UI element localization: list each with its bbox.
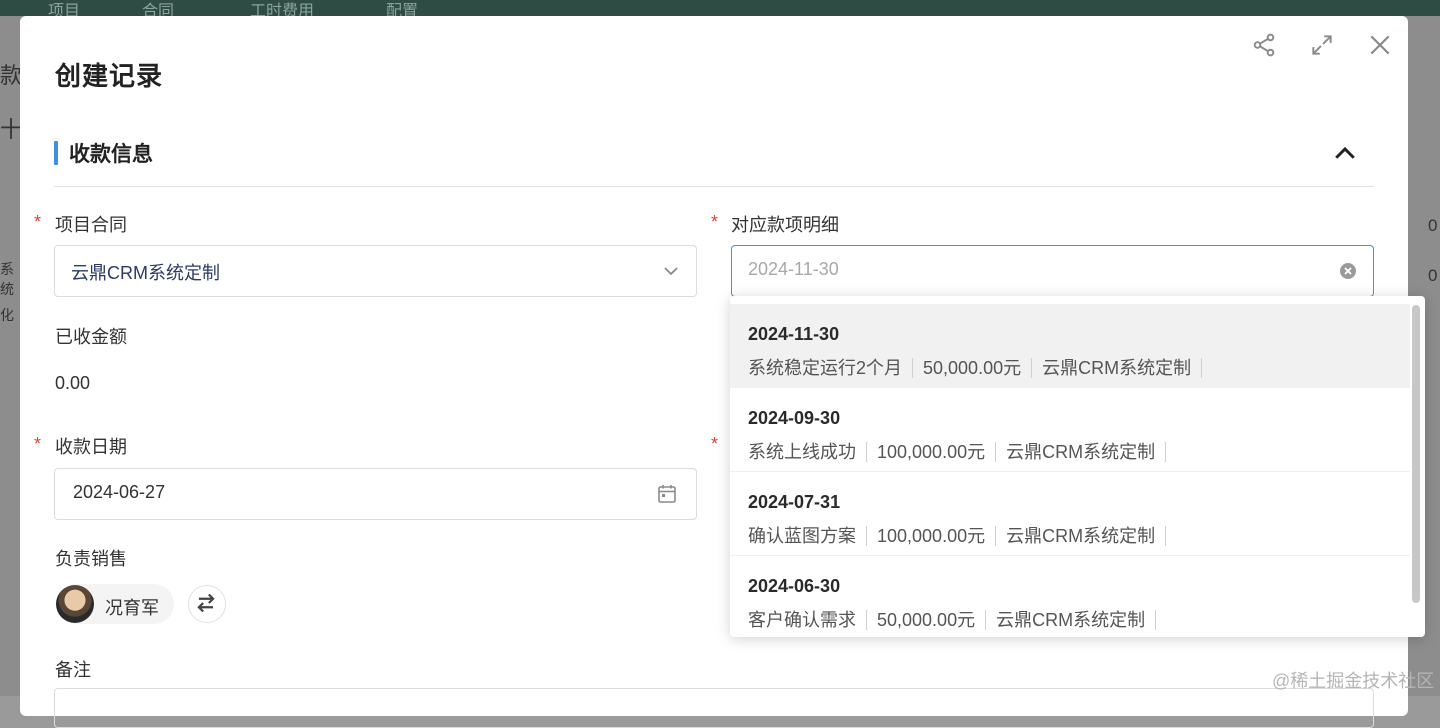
received-amount-label: 已收金额 [55, 327, 127, 347]
dropdown-option[interactable]: 2024-07-31 确认蓝图方案 100,000.00元 云鼎CRM系统定制 [730, 472, 1410, 556]
required-mark: * [34, 212, 42, 232]
received-amount-value: 0.00 [55, 373, 91, 393]
bg-fragment: 化 [0, 307, 14, 323]
bg-fragment: 0 [1428, 216, 1438, 235]
option-date: 2024-09-30 [748, 408, 841, 428]
option-date: 2024-07-31 [748, 492, 841, 512]
section-accent-bar [54, 141, 58, 165]
clear-icon[interactable] [1336, 259, 1360, 283]
chevron-up-icon[interactable] [1330, 139, 1360, 169]
dropdown-option[interactable]: 2024-06-30 客户确认需求 50,000.00元 云鼎CRM系统定制 [730, 556, 1410, 637]
share-icon[interactable] [1251, 32, 1277, 58]
option-date: 2024-11-30 [748, 324, 840, 344]
project-contract-select[interactable]: 云鼎CRM系统定制 [54, 245, 697, 297]
sales-label: 负责销售 [55, 549, 127, 569]
option-meta: 确认蓝图方案 100,000.00元 云鼎CRM系统定制 [748, 522, 1176, 548]
background-topbar: 项目 合同 工时费用 配置 [0, 0, 1440, 20]
bg-fragment: 款 [0, 63, 23, 88]
close-icon[interactable] [1367, 32, 1393, 58]
bg-fragment: 0 [1428, 266, 1438, 285]
project-contract-label: 项目合同 [55, 215, 127, 235]
remark-label: 备注 [55, 660, 91, 680]
watermark: @稀土掘金技术社区 [1272, 671, 1435, 691]
payment-date-value: 2024-06-27 [73, 482, 166, 502]
section-divider [54, 186, 1374, 187]
sales-name: 况育军 [105, 598, 159, 618]
required-mark: * [711, 212, 719, 232]
payment-detail-select[interactable]: 2024-11-30 [731, 245, 1374, 297]
required-mark: * [34, 434, 42, 454]
payment-detail-label: 对应款项明细 [731, 215, 839, 235]
option-meta: 系统稳定运行2个月 50,000.00元 云鼎CRM系统定制 [748, 354, 1212, 380]
project-contract-value: 云鼎CRM系统定制 [71, 263, 220, 283]
option-meta: 系统上线成功 100,000.00元 云鼎CRM系统定制 [748, 438, 1176, 464]
payment-detail-dropdown: 2024-11-30 系统稳定运行2个月 50,000.00元 云鼎CRM系统定制 … [730, 296, 1425, 637]
bg-fragment: 十 [0, 117, 23, 142]
chevron-down-icon [659, 259, 683, 283]
payment-date-label: 收款日期 [55, 437, 127, 457]
section-title: 收款信息 [69, 143, 153, 166]
option-meta: 客户确认需求 50,000.00元 云鼎CRM系统定制 [748, 606, 1166, 632]
remark-textarea[interactable] [54, 688, 1374, 728]
avatar [56, 585, 94, 623]
option-date: 2024-06-30 [748, 576, 841, 596]
payment-date-picker[interactable]: 2024-06-27 [54, 468, 697, 520]
dropdown-scrollbar[interactable] [1412, 305, 1420, 603]
calendar-icon [655, 482, 679, 506]
required-mark: * [711, 434, 719, 454]
dropdown-option[interactable]: 2024-11-30 系统稳定运行2个月 50,000.00元 云鼎CRM系统定制 [730, 304, 1410, 388]
expand-icon[interactable] [1309, 32, 1335, 58]
bg-fragment: 系统 [0, 261, 14, 297]
swap-icon[interactable] [188, 585, 226, 623]
dropdown-option[interactable]: 2024-09-30 系统上线成功 100,000.00元 云鼎CRM系统定制 [730, 388, 1410, 472]
payment-detail-placeholder: 2024-11-30 [748, 259, 839, 279]
modal-title: 创建记录 [55, 61, 164, 91]
